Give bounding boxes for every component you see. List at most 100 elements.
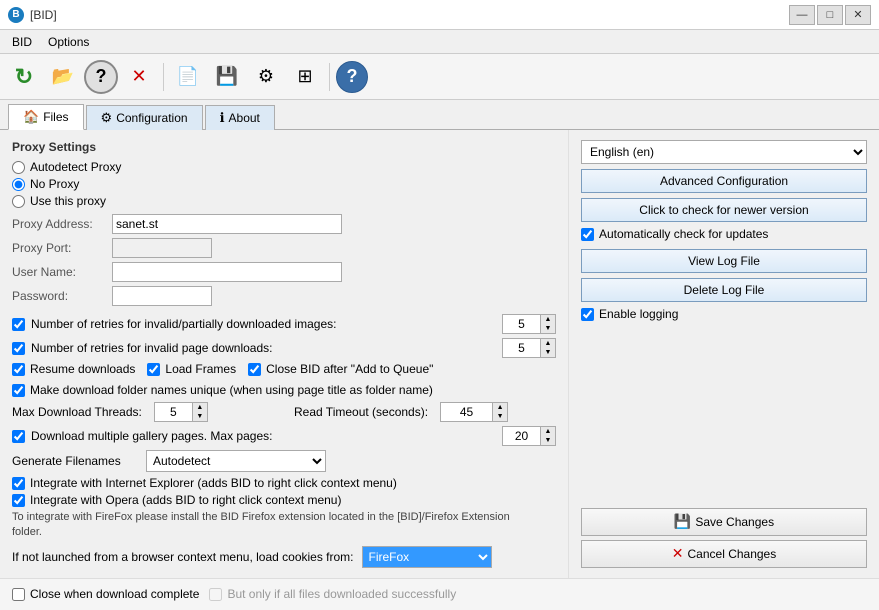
title-bar: B [BID] — □ ✕ — [0, 0, 879, 30]
main-content: Proxy Settings Autodetect Proxy No Proxy… — [0, 130, 879, 578]
proxy-section-title: Proxy Settings — [12, 140, 556, 154]
help-button[interactable]: ? — [84, 60, 118, 94]
save-changes-button[interactable]: 💾 Save Changes — [581, 508, 867, 536]
max-pages-down[interactable]: ▼ — [541, 436, 555, 445]
action-buttons-group: 💾 Save Changes ✕ Cancel Changes — [581, 508, 867, 568]
opera-integration-checkbox[interactable] — [12, 494, 25, 507]
stop-button[interactable]: ✕ — [121, 60, 157, 94]
read-timeout-up[interactable]: ▲ — [493, 403, 507, 412]
resume-checkbox[interactable] — [12, 363, 25, 376]
close-when-done-checkbox[interactable] — [12, 588, 25, 601]
read-timeout-label: Read Timeout (seconds): — [294, 405, 428, 419]
enable-logging-checkbox[interactable] — [581, 308, 594, 321]
password-row: Password: — [12, 286, 556, 306]
toolbar: ↻ 📂 ? ✕ 📄 💾 ⚙ ⊞ ? — [0, 54, 879, 100]
proxy-address-input[interactable] — [112, 214, 342, 234]
max-pages-input[interactable] — [502, 426, 540, 446]
language-select[interactable]: English (en) German (de) French (fr) Spa… — [581, 140, 867, 164]
but-only-if-checkbox[interactable] — [209, 588, 222, 601]
new-button[interactable]: 📄 — [170, 60, 206, 94]
retry-pages-down[interactable]: ▼ — [541, 348, 555, 357]
tab-about[interactable]: ℹ About — [205, 105, 275, 130]
closebid-label: Close BID after "Add to Queue" — [266, 362, 433, 376]
proxy-autodetect-radio[interactable] — [12, 161, 25, 174]
menu-bid[interactable]: BID — [4, 33, 40, 51]
max-threads-input[interactable] — [154, 402, 192, 422]
proxy-usethis-radio[interactable] — [12, 195, 25, 208]
cancel-changes-label: Cancel Changes — [688, 547, 777, 561]
unique-folders-row: Make download folder names unique (when … — [12, 383, 556, 397]
grid-button[interactable]: ⊞ — [287, 60, 323, 94]
view-log-button[interactable]: View Log File — [581, 249, 867, 273]
open-button[interactable]: 📂 — [45, 60, 81, 94]
proxy-noproxy-radio[interactable] — [12, 178, 25, 191]
retry-pages-label: Number of retries for invalid page downl… — [31, 341, 496, 355]
save-toolbar-button[interactable]: 💾 — [209, 60, 245, 94]
ie-integration-checkbox[interactable] — [12, 477, 25, 490]
left-panel: Proxy Settings Autodetect Proxy No Proxy… — [0, 130, 569, 578]
max-pages-checkbox[interactable] — [12, 430, 25, 443]
auto-check-updates-row: Automatically check for updates — [581, 227, 867, 241]
delete-log-button[interactable]: Delete Log File — [581, 278, 867, 302]
password-input[interactable] — [112, 286, 212, 306]
cancel-icon: ✕ — [672, 545, 684, 562]
auto-check-updates-checkbox[interactable] — [581, 228, 594, 241]
retry-pages-spinner-input[interactable] — [502, 338, 540, 358]
max-threads-up[interactable]: ▲ — [193, 403, 207, 412]
max-pages-label: Download multiple gallery pages. Max pag… — [31, 429, 496, 443]
advanced-config-button[interactable]: Advanced Configuration — [581, 169, 867, 193]
save-icon: 💾 — [674, 513, 691, 530]
unique-folders-label: Make download folder names unique (when … — [30, 383, 433, 397]
unique-folders-checkbox[interactable] — [12, 384, 25, 397]
about-tab-label: About — [229, 111, 260, 125]
proxy-port-input[interactable] — [112, 238, 212, 258]
config-tab-label: Configuration — [116, 111, 187, 125]
retry-pages-row: Number of retries for invalid page downl… — [12, 338, 556, 358]
retry-images-down[interactable]: ▼ — [541, 324, 555, 333]
minimize-button[interactable]: — — [789, 5, 815, 25]
tab-configuration[interactable]: ⚙ Configuration — [86, 105, 203, 130]
menu-options[interactable]: Options — [40, 33, 97, 51]
close-button[interactable]: ✕ — [845, 5, 871, 25]
settings-button[interactable]: ⚙ — [248, 60, 284, 94]
read-timeout-down[interactable]: ▼ — [493, 412, 507, 421]
cancel-changes-button[interactable]: ✕ Cancel Changes — [581, 540, 867, 568]
resume-label: Resume downloads — [30, 362, 135, 376]
opera-integration-row: Integrate with Opera (adds BID to right … — [12, 493, 556, 507]
username-input[interactable] — [112, 262, 342, 282]
proxy-autodetect-label: Autodetect Proxy — [30, 160, 121, 174]
cookies-select[interactable]: FireFox Internet Explorer Opera None — [362, 546, 492, 568]
retry-images-checkbox[interactable] — [12, 318, 25, 331]
max-threads-row: Max Download Threads: ▲ ▼ — [12, 402, 274, 422]
retry-pages-up[interactable]: ▲ — [541, 339, 555, 348]
proxy-address-label: Proxy Address: — [12, 217, 112, 231]
max-threads-down[interactable]: ▼ — [193, 412, 207, 421]
loadframes-label: Load Frames — [165, 362, 236, 376]
firefox-info: To integrate with FireFox please install… — [12, 510, 532, 541]
max-pages-row: Download multiple gallery pages. Max pag… — [12, 426, 556, 446]
loadframes-checkbox[interactable] — [147, 363, 160, 376]
maximize-button[interactable]: □ — [817, 5, 843, 25]
tab-bar: 🏠 Files ⚙ Configuration ℹ About — [0, 100, 879, 130]
checkbox-row-1: Resume downloads Load Frames Close BID a… — [12, 362, 556, 379]
refresh-button[interactable]: ↻ — [6, 60, 42, 94]
right-panel: English (en) German (de) French (fr) Spa… — [569, 130, 879, 578]
closebid-checkbox[interactable] — [248, 363, 261, 376]
info-button[interactable]: ? — [336, 61, 368, 93]
read-timeout-input[interactable] — [440, 402, 492, 422]
auto-check-updates-label: Automatically check for updates — [599, 227, 768, 241]
retry-pages-checkbox[interactable] — [12, 342, 25, 355]
generate-filenames-label: Generate Filenames — [12, 454, 132, 468]
save-changes-label: Save Changes — [695, 515, 774, 529]
retry-images-spinner-input[interactable] — [502, 314, 540, 334]
username-label: User Name: — [12, 265, 112, 279]
retry-images-label: Number of retries for invalid/partially … — [31, 317, 496, 331]
check-version-button[interactable]: Click to check for newer version — [581, 198, 867, 222]
app-icon: B — [8, 7, 24, 23]
retry-images-up[interactable]: ▲ — [541, 315, 555, 324]
max-pages-up[interactable]: ▲ — [541, 427, 555, 436]
ie-integration-row: Integrate with Internet Explorer (adds B… — [12, 476, 556, 490]
config-tab-icon: ⚙ — [101, 110, 113, 126]
generate-filenames-select[interactable]: Autodetect Original Sequential — [146, 450, 326, 472]
tab-files[interactable]: 🏠 Files — [8, 104, 84, 130]
